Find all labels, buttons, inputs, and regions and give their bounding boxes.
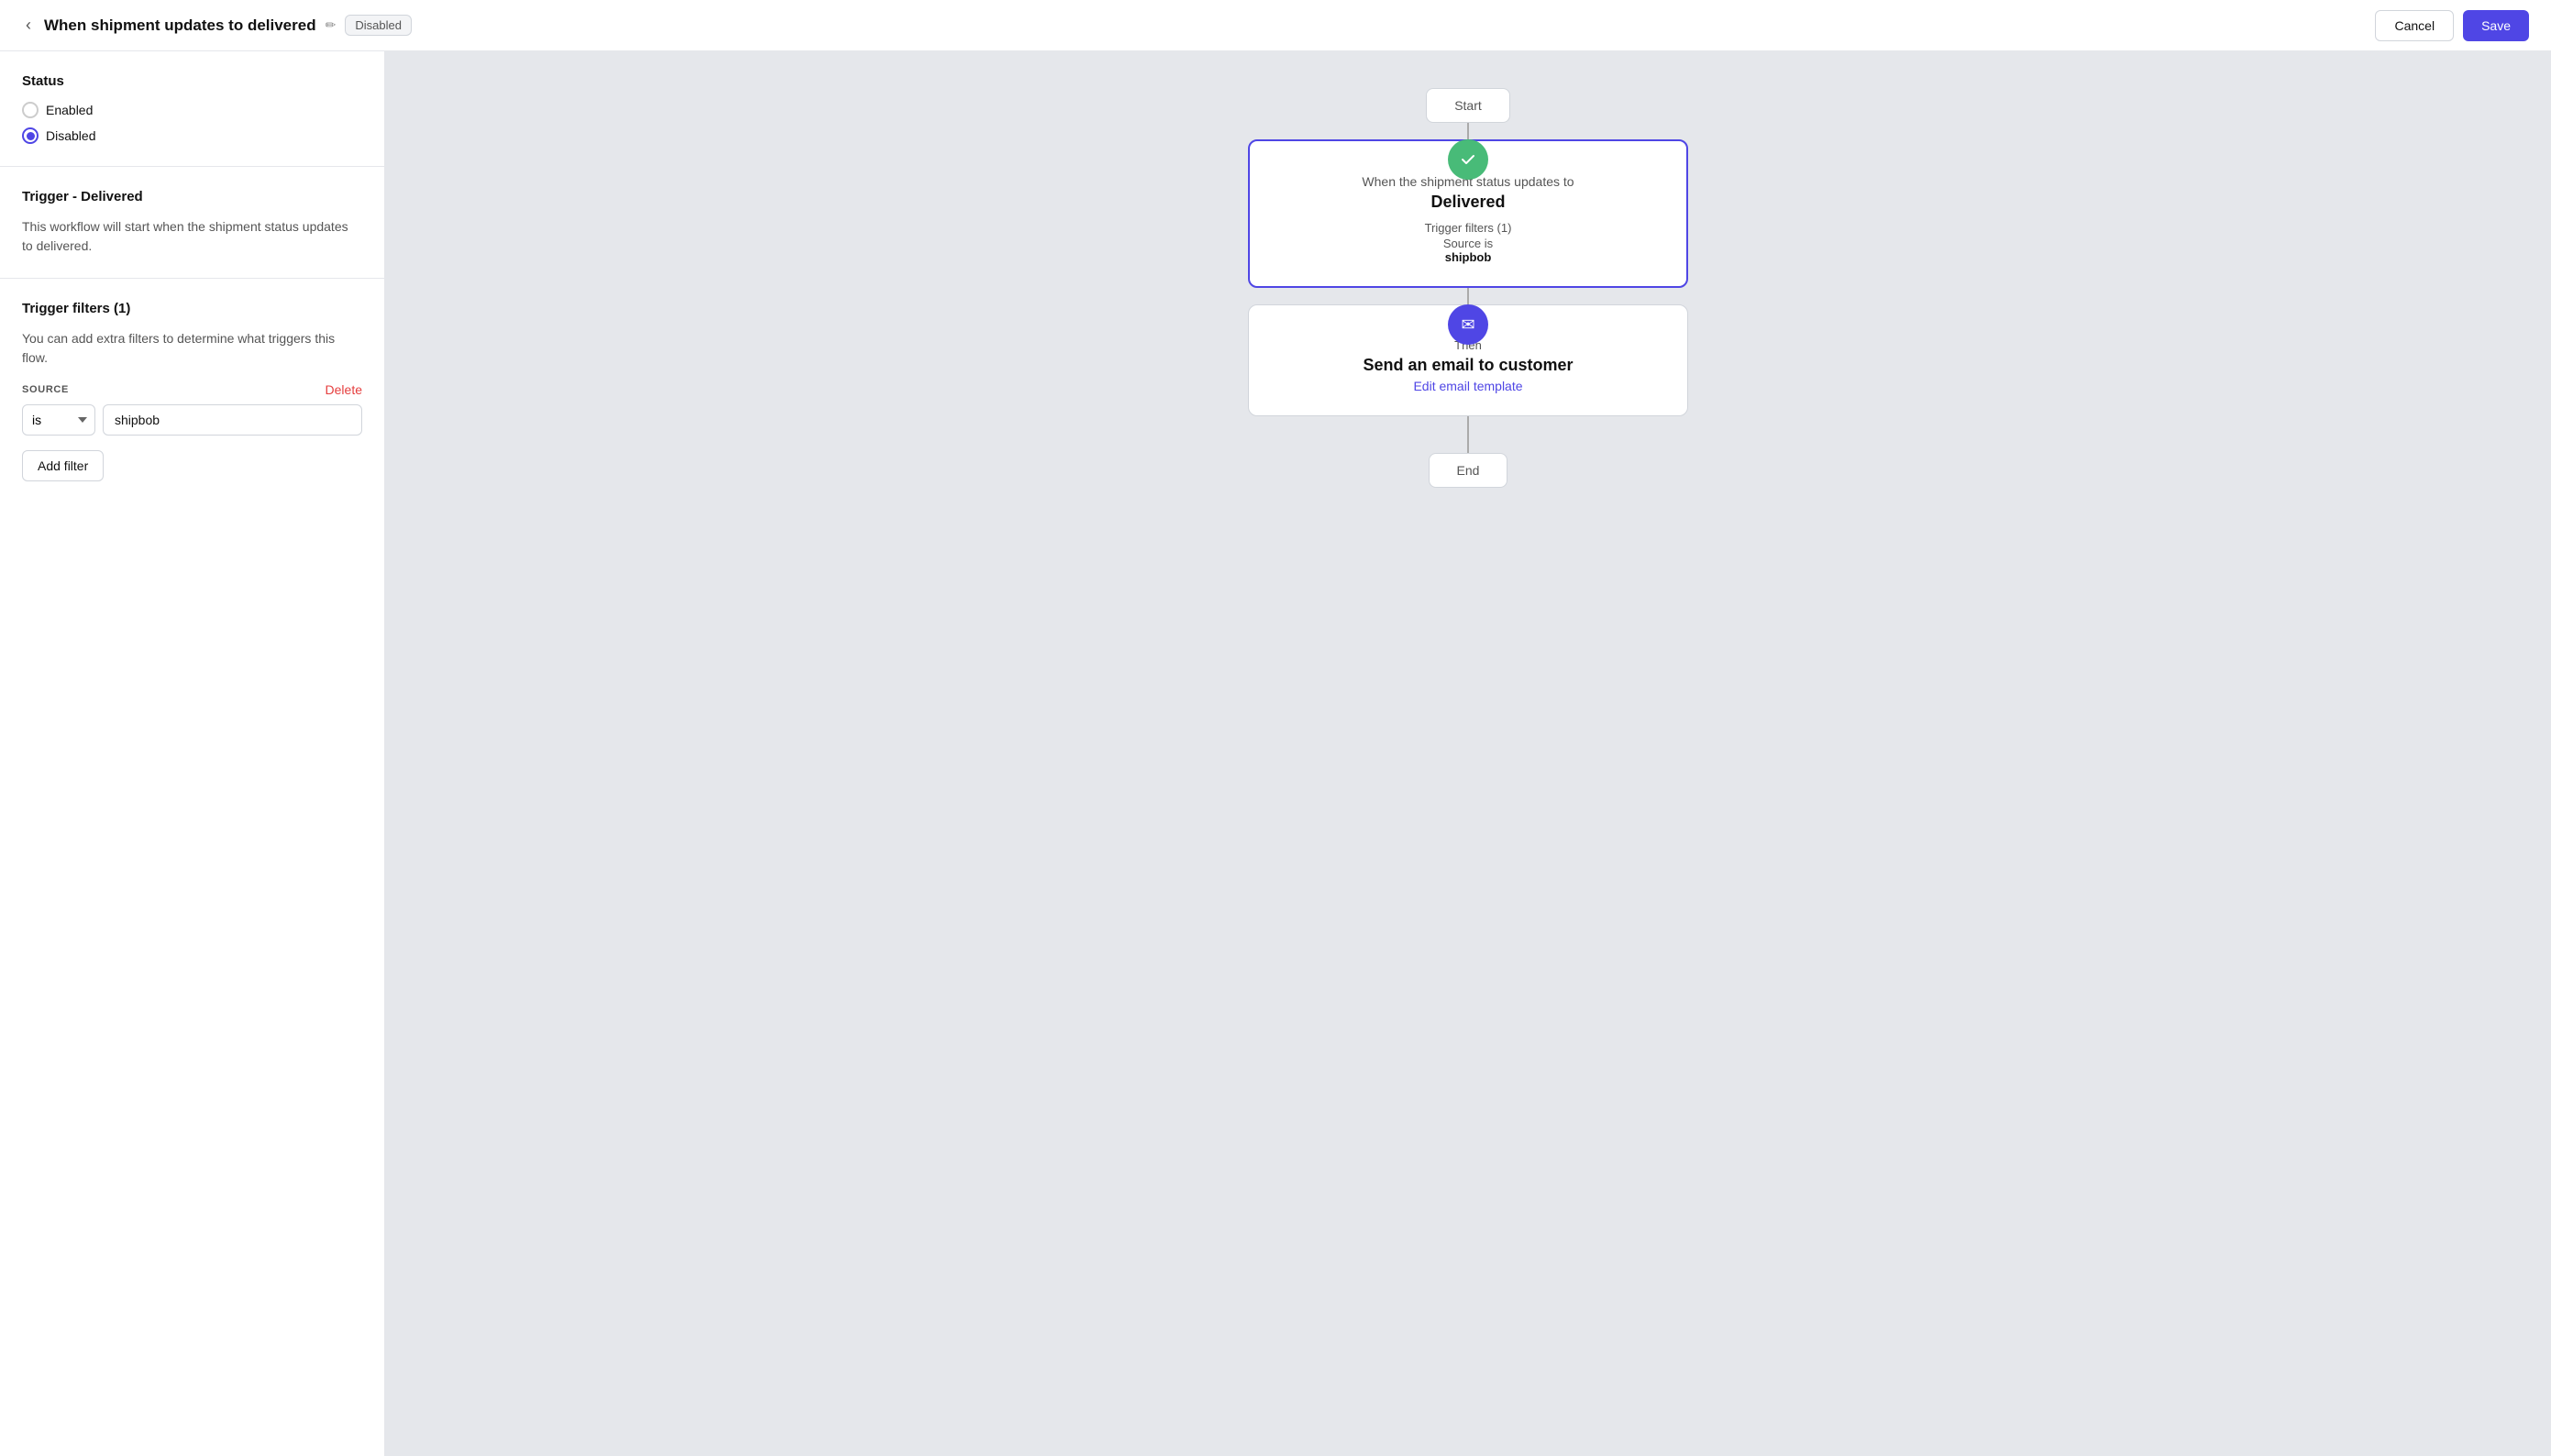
trigger-description: This workflow will start when the shipme… (22, 217, 362, 256)
sidebar: Status Enabled Disabled Trigger - Delive… (0, 51, 385, 1456)
trigger-source-value: shipbob (1272, 250, 1664, 264)
filter-source-label: SOURCE (22, 384, 69, 395)
page-title: When shipment updates to delivered (44, 17, 316, 35)
disabled-radio[interactable]: Disabled (22, 127, 362, 144)
filter-value-input[interactable] (103, 404, 362, 436)
header-left: ‹ When shipment updates to delivered ✏ D… (22, 12, 412, 39)
back-button[interactable]: ‹ (22, 12, 35, 39)
enabled-label: Enabled (46, 103, 93, 117)
trigger-filters-label: Trigger filters (1) (1272, 221, 1664, 235)
flow-container: Start When the shipment status updates t… (1193, 88, 1743, 1419)
filters-description: You can add extra filters to determine w… (22, 329, 362, 368)
trigger-title: Trigger - Delivered (22, 189, 362, 204)
trigger-card-wrapper: When the shipment status updates to Deli… (1248, 160, 1688, 288)
edit-email-template-link[interactable]: Edit email template (1413, 379, 1522, 393)
add-filter-button[interactable]: Add filter (22, 450, 104, 481)
delete-filter-button[interactable]: Delete (326, 382, 362, 397)
cancel-button[interactable]: Cancel (2375, 10, 2454, 41)
edit-icon[interactable]: ✏ (326, 17, 337, 33)
filters-title: Trigger filters (1) (22, 301, 362, 316)
filters-section: Trigger filters (1) You can add extra fi… (0, 279, 384, 503)
start-node: Start (1426, 88, 1510, 123)
enabled-radio[interactable]: Enabled (22, 102, 362, 118)
header: ‹ When shipment updates to delivered ✏ D… (0, 0, 2551, 51)
disabled-label: Disabled (46, 128, 95, 143)
status-badge: Disabled (345, 15, 412, 36)
trigger-section: Trigger - Delivered This workflow will s… (0, 167, 384, 279)
trigger-status: Delivered (1272, 193, 1664, 212)
save-button[interactable]: Save (2463, 10, 2529, 41)
filter-inputs: is (22, 404, 362, 436)
status-section: Status Enabled Disabled (0, 51, 384, 167)
status-radio-group: Enabled Disabled (22, 102, 362, 144)
header-right: Cancel Save (2375, 10, 2529, 41)
email-icon: ✉ (1461, 315, 1474, 335)
trigger-source-label: Source is (1272, 237, 1664, 250)
action-card-wrapper: ✉ Then Send an email to customer Edit em… (1248, 325, 1688, 416)
connector-action-end (1467, 416, 1469, 453)
workflow-canvas[interactable]: Start When the shipment status updates t… (385, 51, 2551, 1456)
end-node: End (1429, 453, 1508, 488)
trigger-check-circle (1448, 139, 1488, 180)
action-email-circle: ✉ (1448, 304, 1488, 345)
filter-row-header: SOURCE Delete (22, 382, 362, 397)
filter-operator-select[interactable]: is (22, 404, 95, 436)
status-title: Status (22, 73, 362, 89)
disabled-radio-circle (22, 127, 39, 144)
check-icon (1459, 150, 1477, 169)
action-title: Send an email to customer (1271, 356, 1665, 375)
main-layout: Status Enabled Disabled Trigger - Delive… (0, 51, 2551, 1456)
enabled-radio-circle (22, 102, 39, 118)
